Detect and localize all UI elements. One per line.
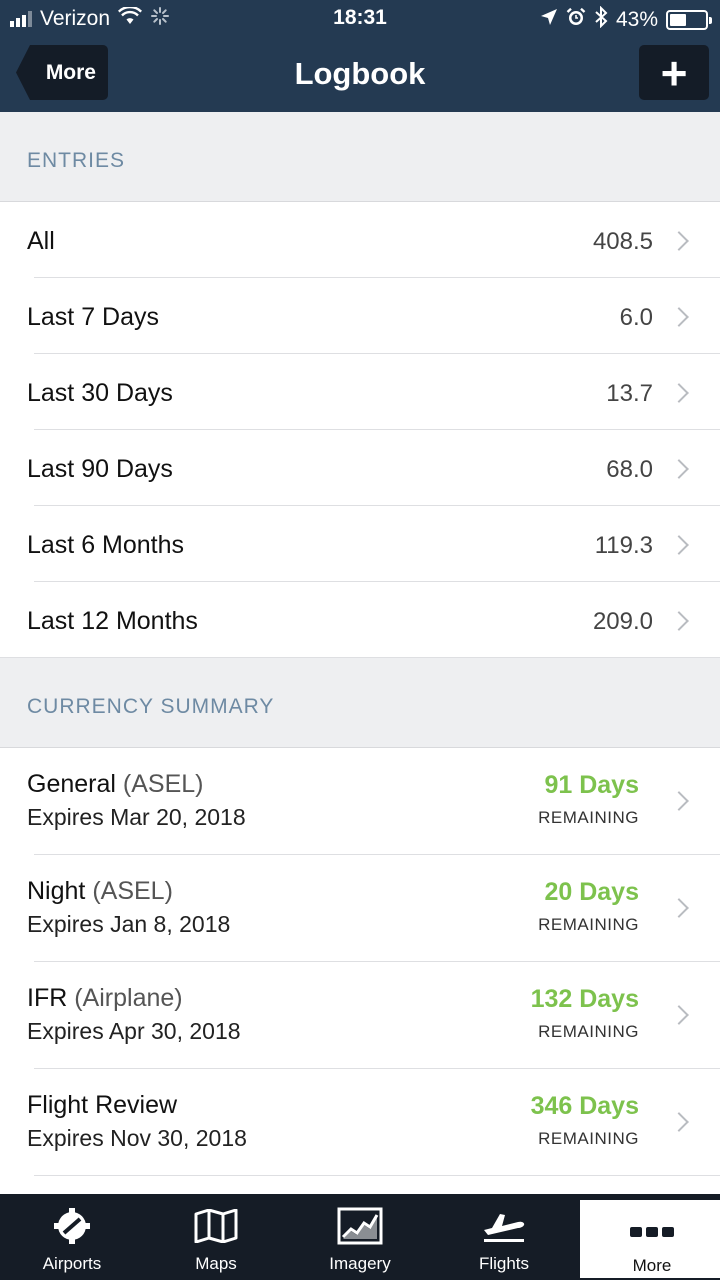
chevron-right-icon <box>669 898 689 918</box>
entry-value: 209.0 <box>592 608 653 635</box>
chevron-right-icon <box>669 791 689 811</box>
entry-row-last-90-days[interactable]: Last 90 Days 68.0 <box>0 430 720 506</box>
entry-label: Last 30 Days <box>27 379 173 407</box>
airport-icon <box>0 1206 144 1246</box>
currency-days-remaining: 346 Days <box>530 1092 639 1120</box>
entry-value: 408.5 <box>592 228 653 255</box>
entry-row-last-6-months[interactable]: Last 6 Months 119.3 <box>0 506 720 582</box>
currency-remaining-label: REMAINING <box>538 915 639 934</box>
entry-label: Last 90 Days <box>27 455 173 483</box>
battery-icon <box>666 10 712 30</box>
entry-row-last-7-days[interactable]: Last 7 Days 6.0 <box>0 278 720 354</box>
bluetooth-icon <box>594 5 608 34</box>
currency-expires: Expires Jan 8, 2018 <box>27 911 231 937</box>
currency-expires: Expires Nov 30, 2018 <box>27 1125 247 1151</box>
chevron-right-icon <box>669 1112 689 1132</box>
chevron-right-icon <box>669 307 689 327</box>
list-continuation <box>0 1176 720 1194</box>
imagery-icon <box>288 1206 432 1246</box>
navigation-header: Verizon 18:31 43% More Logbook + <box>0 0 720 112</box>
entry-value: 68.0 <box>606 456 653 483</box>
currency-days-remaining: 20 Days <box>544 878 639 906</box>
tab-more[interactable]: More <box>578 1198 720 1280</box>
chevron-right-icon <box>669 459 689 479</box>
currency-expires: Expires Apr 30, 2018 <box>27 1018 241 1044</box>
currency-row-general[interactable]: General (ASEL) Expires Mar 20, 2018 91 D… <box>0 748 720 855</box>
tab-imagery[interactable]: Imagery <box>288 1194 432 1280</box>
flight-icon <box>432 1206 576 1246</box>
entry-value: 13.7 <box>606 380 653 407</box>
currency-title: General (ASEL) <box>27 770 204 799</box>
section-header-currency-summary: CURRENCY SUMMARY <box>0 658 720 748</box>
page-title: Logbook <box>294 56 426 91</box>
chevron-right-icon <box>669 535 689 555</box>
tab-maps[interactable]: Maps <box>144 1194 288 1280</box>
add-entry-button[interactable]: + <box>639 45 709 100</box>
currency-qualifier: (ASEL) <box>92 877 173 905</box>
currency-remaining-label: REMAINING <box>538 1022 639 1041</box>
currency-name: Night <box>27 877 86 905</box>
currency-days-remaining: 91 Days <box>544 771 639 799</box>
currency-name: Flight Review <box>27 1091 178 1119</box>
currency-days-remaining: 132 Days <box>530 985 639 1013</box>
chevron-right-icon <box>669 383 689 403</box>
entry-row-last-12-months[interactable]: Last 12 Months 209.0 <box>0 582 720 658</box>
currency-remaining-label: REMAINING <box>538 808 639 827</box>
currency-row-flight-review[interactable]: Flight Review Expires Nov 30, 2018 346 D… <box>0 1069 720 1176</box>
entry-label: Last 12 Months <box>27 607 198 635</box>
tab-bar: Airports Maps Imagery Flights More <box>0 1194 720 1280</box>
section-header-entries: ENTRIES <box>0 112 720 202</box>
currency-name: General <box>27 770 116 798</box>
location-icon <box>540 8 558 32</box>
tab-label: Airports <box>42 1254 102 1273</box>
entry-label: All <box>27 227 55 255</box>
tab-label: Maps <box>195 1254 237 1273</box>
currency-row-ifr[interactable]: IFR (Airplane) Expires Apr 30, 2018 132 … <box>0 962 720 1069</box>
currency-remaining-label: REMAINING <box>538 1129 639 1148</box>
entry-value: 119.3 <box>594 532 653 559</box>
currency-title: Flight Review <box>27 1091 177 1120</box>
entry-label: Last 7 Days <box>27 303 160 331</box>
chevron-right-icon <box>669 1005 689 1025</box>
currency-name: IFR <box>27 984 68 1012</box>
map-icon <box>144 1206 288 1246</box>
tab-label: Imagery <box>329 1254 391 1273</box>
tab-label: More <box>632 1256 672 1275</box>
entry-row-last-30-days[interactable]: Last 30 Days 13.7 <box>0 354 720 430</box>
tab-flights[interactable]: Flights <box>432 1194 576 1280</box>
entry-label: Last 6 Months <box>27 531 185 559</box>
currency-title: Night (ASEL) <box>27 877 173 906</box>
battery-percent: 43% <box>615 8 658 31</box>
tab-label: Flights <box>478 1254 530 1273</box>
status-bar: Verizon 18:31 43% <box>0 0 720 36</box>
entry-row-all[interactable]: All 408.5 <box>0 202 720 278</box>
currency-qualifier: (Airplane) <box>74 984 183 1012</box>
currency-title: IFR (Airplane) <box>27 984 183 1013</box>
currency-row-night[interactable]: Night (ASEL) Expires Jan 8, 2018 20 Days… <box>0 855 720 962</box>
chevron-right-icon <box>669 231 689 251</box>
currency-qualifier: (ASEL) <box>122 770 204 798</box>
alarm-icon <box>566 7 586 33</box>
entry-value: 6.0 <box>619 304 653 331</box>
tab-airports[interactable]: Airports <box>0 1194 144 1280</box>
chevron-right-icon <box>669 611 689 631</box>
currency-expires: Expires Mar 20, 2018 <box>27 804 246 830</box>
more-icon <box>580 1212 720 1252</box>
